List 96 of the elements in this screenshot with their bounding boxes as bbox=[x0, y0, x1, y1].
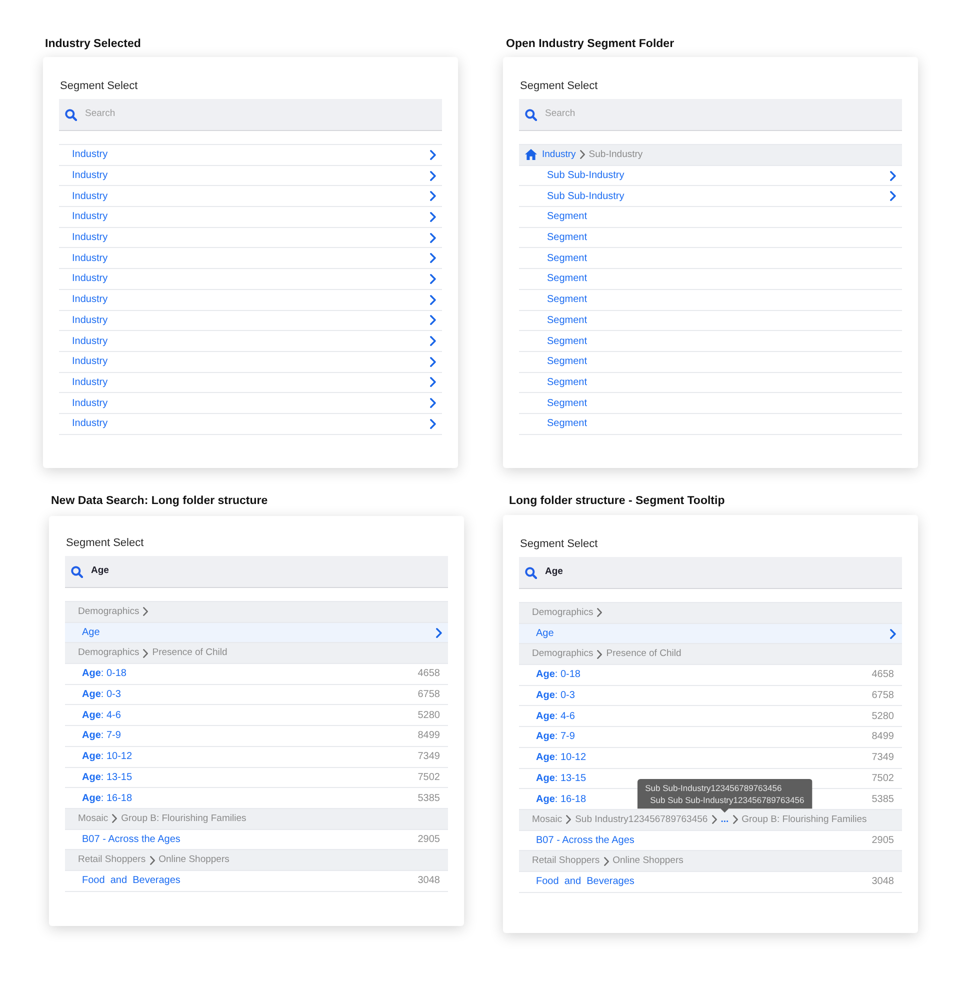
chevron-right-icon bbox=[597, 650, 602, 659]
path-label: Online Shoppers bbox=[612, 854, 684, 868]
panel-title: Segment Select bbox=[60, 80, 139, 93]
search-icon bbox=[65, 108, 77, 120]
path-label: Group B: Flourishing Families bbox=[121, 812, 246, 826]
search-field[interactable]: Search bbox=[59, 99, 442, 131]
chevron-right-icon bbox=[430, 150, 436, 160]
chevron-right-icon bbox=[890, 628, 896, 639]
segment-count: 2905 bbox=[872, 834, 894, 848]
segment-count: 4658 bbox=[872, 668, 894, 682]
path-label: Presence of Child bbox=[152, 646, 228, 660]
segment-count: 5280 bbox=[872, 710, 894, 724]
panel-title: Segment Select bbox=[520, 538, 599, 551]
chevron-right-icon bbox=[150, 856, 155, 865]
panel-title: Segment Select bbox=[66, 537, 145, 550]
segment-count: 5385 bbox=[418, 792, 440, 806]
chevron-right-icon bbox=[430, 253, 436, 264]
panel-caption: Open Industry Segment Folder bbox=[506, 37, 676, 52]
search-icon bbox=[525, 108, 537, 120]
chevron-right-icon bbox=[890, 170, 896, 181]
chevron-right-icon bbox=[604, 856, 609, 866]
segment-item[interactable]: B07 - Across the Ages 2905 bbox=[65, 830, 448, 850]
segment-count: 8499 bbox=[418, 729, 440, 744]
chevron-right-icon bbox=[430, 418, 436, 429]
segment-item[interactable]: Segment bbox=[519, 310, 902, 332]
chevron-right-icon bbox=[580, 150, 585, 160]
segment-count: 2905 bbox=[418, 832, 440, 847]
chevron-right-icon bbox=[143, 648, 148, 658]
chevron-right-icon bbox=[430, 212, 436, 222]
segment-item[interactable]: B07 - Across the Ages 2905 bbox=[519, 830, 902, 852]
chevron-right-icon bbox=[430, 232, 436, 243]
search-input[interactable]: Search bbox=[545, 107, 902, 122]
chevron-right-icon bbox=[732, 815, 738, 824]
folder-item[interactable]: Age bbox=[65, 622, 448, 644]
chevron-right-icon bbox=[430, 315, 436, 326]
segment-count: 5280 bbox=[418, 708, 440, 723]
breadcrumb-link[interactable]: Industry bbox=[542, 148, 576, 162]
panel-title: Segment Select bbox=[520, 80, 599, 93]
tooltip-text: Sub Sub Sub-Industry123456789763456 bbox=[649, 794, 804, 806]
path-label: Demographics bbox=[532, 647, 594, 662]
home-icon[interactable] bbox=[525, 149, 537, 160]
path-label: Online Shoppers bbox=[158, 852, 230, 867]
folder-item[interactable]: Industry bbox=[59, 310, 442, 332]
path-label: Mosaic bbox=[532, 812, 562, 827]
folder-item[interactable]: Industry bbox=[59, 372, 442, 394]
breadcrumb-label: Sub-Industry bbox=[588, 148, 643, 162]
search-field[interactable]: Search bbox=[519, 99, 902, 131]
chevron-right-icon bbox=[436, 628, 442, 638]
segment-count: 7502 bbox=[872, 772, 894, 786]
chevron-right-icon bbox=[430, 377, 436, 388]
path-label: Group B: Flourishing Families bbox=[742, 812, 867, 827]
folder-item[interactable]: Sub Sub-Industry bbox=[519, 166, 902, 186]
segment-count: 6758 bbox=[872, 689, 894, 704]
path-label: Sub Industry123456789763456 bbox=[575, 812, 708, 827]
folder-item[interactable]: Industry bbox=[59, 166, 442, 186]
segment-item[interactable]: Segment bbox=[519, 372, 902, 394]
segment-count: 8499 bbox=[872, 730, 894, 744]
chevron-right-icon bbox=[890, 191, 896, 202]
panel-caption: New Data Search: Long folder structure bbox=[51, 494, 269, 509]
search-input[interactable]: Age bbox=[91, 564, 448, 579]
chevron-right-icon bbox=[112, 814, 118, 824]
search-field[interactable]: Age bbox=[65, 556, 448, 588]
segment-count: 5385 bbox=[872, 792, 894, 807]
segment-count: 7502 bbox=[418, 770, 440, 785]
chevron-right-icon bbox=[430, 398, 436, 408]
search-field[interactable]: Age bbox=[519, 557, 902, 589]
chevron-right-icon bbox=[430, 274, 436, 284]
segment-count: 4658 bbox=[418, 667, 440, 682]
search-icon bbox=[71, 566, 83, 578]
folder-item[interactable]: Age bbox=[519, 624, 902, 644]
search-input[interactable]: Search bbox=[85, 107, 442, 122]
search-icon bbox=[525, 566, 537, 578]
segment-count: 7349 bbox=[872, 751, 894, 766]
path-label: Demographics bbox=[532, 606, 594, 620]
path-label: Demographics bbox=[78, 646, 140, 660]
segment-count: 3048 bbox=[872, 875, 894, 890]
path-label: Presence of Child bbox=[606, 647, 682, 662]
search-input[interactable]: Age bbox=[545, 565, 902, 580]
chevron-right-icon bbox=[712, 815, 717, 824]
segment-count: 7349 bbox=[418, 750, 440, 764]
panel-caption: Long folder structure - Segment Tooltip bbox=[509, 494, 726, 509]
chevron-right-icon bbox=[430, 191, 436, 202]
path-label: Mosaic bbox=[78, 812, 108, 826]
segment-count: 6758 bbox=[418, 688, 440, 702]
panel-caption: Industry Selected bbox=[45, 37, 142, 52]
chevron-right-icon bbox=[430, 294, 436, 305]
chevron-right-icon bbox=[430, 356, 436, 367]
ellipsis-button[interactable]: ... bbox=[720, 812, 729, 827]
path-label: Retail Shoppers bbox=[532, 854, 600, 868]
path-label: Retail Shoppers bbox=[78, 852, 146, 867]
segment-count: 3048 bbox=[418, 874, 440, 888]
chevron-right-icon bbox=[430, 336, 436, 346]
chevron-right-icon bbox=[430, 170, 436, 181]
segment-item[interactable]: Age: 13-15 7502 bbox=[65, 768, 448, 788]
chevron-right-icon bbox=[566, 815, 572, 824]
path-label: Demographics bbox=[78, 604, 140, 619]
